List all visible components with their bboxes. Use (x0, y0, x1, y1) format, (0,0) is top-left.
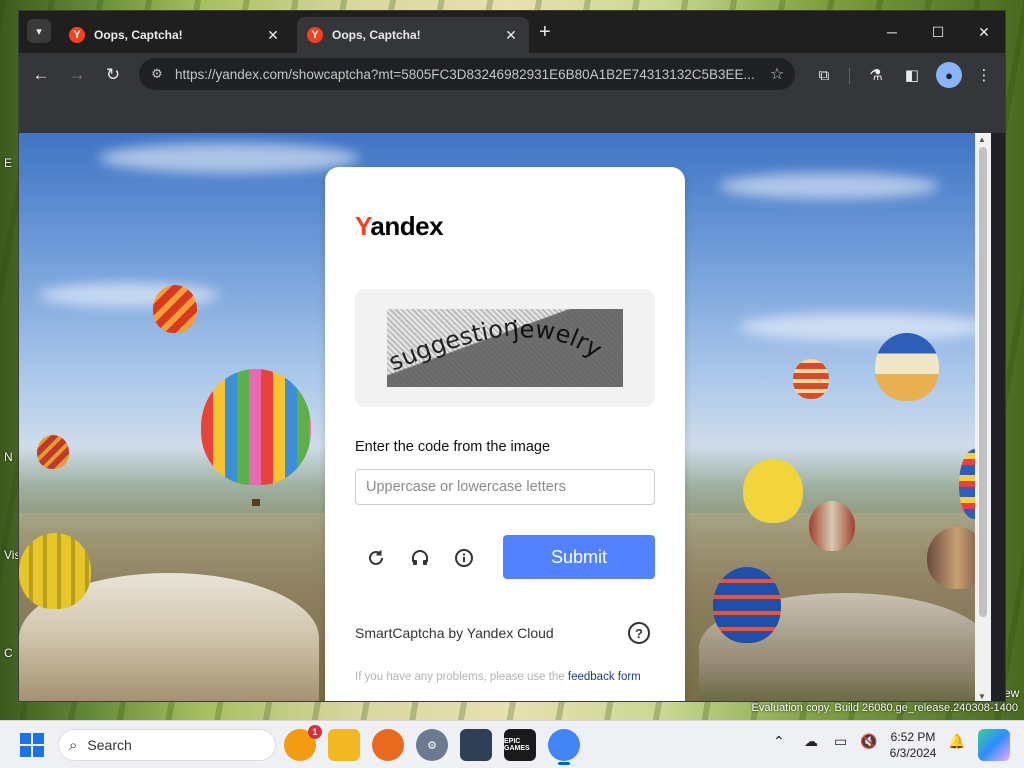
captcha-card: Yandex suggestion jewelry (325, 167, 685, 701)
hot-air-balloon (19, 533, 91, 609)
scroll-up-icon[interactable]: ▲ (978, 135, 986, 144)
refresh-icon[interactable] (363, 545, 389, 571)
desktop-icon-label[interactable]: C (4, 646, 13, 660)
hot-air-balloon (743, 459, 803, 523)
forward-button[interactable]: → (63, 61, 91, 89)
desktop-icon-label[interactable]: E (4, 156, 12, 170)
windows-start-icon[interactable] (20, 733, 44, 757)
bell-icon[interactable]: 🔔 (948, 733, 965, 750)
captcha-distorted-text: suggestion jewelry (387, 313, 607, 377)
scrollbar-thumb[interactable] (979, 147, 987, 617)
minimize-button[interactable]: ─ (869, 11, 915, 53)
page-viewport: Yandex suggestion jewelry (19, 133, 991, 701)
hot-air-balloon (793, 359, 829, 399)
search-icon: ⌕ (69, 736, 78, 754)
hot-air-balloon (713, 567, 781, 643)
copilot-icon[interactable] (978, 729, 1010, 761)
chevron-down-icon: ▾ (36, 25, 42, 38)
firefox-icon[interactable] (372, 729, 404, 761)
tab-strip: ▾ Y Oops, Captcha! ✕ Y Oops, Captcha! ✕ … (19, 11, 1005, 53)
taskbar: ⌕ Search 1 ⚙ EPIC GAMES ⌃ ☁ ▭ 🔇 6:52 PM … (0, 720, 1024, 768)
hot-air-balloon (809, 501, 855, 551)
close-icon[interactable]: ✕ (503, 27, 519, 44)
svg-text:jewelry: jewelry (510, 315, 607, 363)
svg-text:suggestion: suggestion (387, 313, 520, 377)
chrome-icon[interactable] (548, 729, 580, 765)
volume-icon[interactable]: 🔇 (860, 733, 877, 750)
browser-window: ▾ Y Oops, Captcha! ✕ Y Oops, Captcha! ✕ … (18, 10, 1006, 702)
puzzle-icon[interactable]: ⧉ (811, 62, 837, 88)
cloud (719, 173, 939, 199)
flask-icon[interactable]: ⚗ (863, 62, 889, 88)
captcha-word-2: jewelry (510, 315, 607, 363)
tab-title: Oops, Captcha! (94, 28, 183, 42)
tab-search-button[interactable]: ▾ (27, 19, 51, 43)
close-icon[interactable]: ✕ (265, 27, 281, 44)
side-panel-icon[interactable]: ◧ (899, 62, 925, 88)
captcha-prompt: Enter the code from the image (355, 439, 551, 455)
help-icon[interactable]: ? (628, 622, 650, 644)
notification-app-icon[interactable]: 1 (284, 725, 322, 761)
clock-date: 6/3/2024 (889, 746, 937, 760)
new-tab-button[interactable]: + (539, 21, 551, 44)
notification-badge: 1 (308, 725, 322, 739)
file-explorer-icon[interactable] (328, 729, 360, 761)
tab-title: Oops, Captcha! (332, 28, 421, 42)
virtualbox-icon[interactable] (460, 729, 492, 761)
hot-air-balloon (37, 435, 69, 469)
network-icon[interactable]: ☁ (804, 733, 818, 750)
reload-button[interactable]: ↻ (99, 61, 127, 89)
toolbar-divider (849, 68, 850, 84)
info-icon[interactable] (451, 545, 477, 571)
search-label: Search (87, 737, 132, 753)
profile-icon[interactable]: ● (936, 62, 962, 88)
desktop-icon-label[interactable]: N (4, 450, 13, 464)
feedback-form-link[interactable]: feedback form (568, 671, 641, 683)
url-text[interactable]: https://yandex.com/showcaptcha?mt=5805FC… (175, 67, 759, 82)
display-icon[interactable]: ▭ (834, 733, 847, 750)
yandex-favicon-icon: Y (69, 27, 85, 43)
taskbar-search[interactable]: ⌕ Search (58, 729, 276, 761)
cloud (739, 313, 989, 341)
captcha-word-1: suggestion (387, 313, 520, 377)
star-icon[interactable]: ☆ (759, 64, 795, 84)
yandex-logo: Yandex (355, 211, 444, 241)
back-button[interactable]: ← (27, 61, 55, 89)
window-close-button[interactable]: ✕ (961, 11, 1005, 53)
reload-icon: ↻ (105, 65, 121, 84)
site-settings-icon[interactable]: ⚙ (149, 66, 165, 82)
captcha-answer-input[interactable] (355, 469, 655, 505)
captcha-image-container: suggestion jewelry (355, 289, 655, 407)
scroll-down-icon[interactable]: ▼ (978, 692, 986, 701)
chevron-up-icon[interactable]: ⌃ (773, 733, 785, 750)
desktop-icon-label[interactable]: ew (1004, 686, 1019, 700)
captcha-provider-label: SmartCaptcha by Yandex Cloud (355, 625, 554, 641)
taskbar-clock[interactable]: 6:52 PM 6/3/2024 (880, 729, 946, 761)
page-scrollbar[interactable]: ▲ ▼ (975, 133, 991, 701)
forward-arrow-icon: → (68, 65, 86, 84)
yandex-favicon-icon: Y (307, 27, 323, 43)
problems-note: If you have any problems, please use the… (355, 671, 641, 683)
settings-icon[interactable]: ⚙ (416, 729, 448, 761)
kebab-menu-icon[interactable]: ⋮ (971, 62, 997, 88)
hot-air-balloon (875, 333, 939, 401)
clock-time: 6:52 PM (890, 730, 936, 744)
tab-captcha-1[interactable]: Y Oops, Captcha! ✕ (59, 17, 291, 53)
tab-captcha-2[interactable]: Y Oops, Captcha! ✕ (297, 17, 529, 53)
captcha-image: suggestion jewelry (387, 309, 623, 387)
cloud (99, 143, 359, 173)
hot-air-balloon (153, 285, 197, 333)
browser-toolbar: ← → ↻ ⚙ https://yandex.com/showcaptcha?m… (19, 53, 1005, 95)
epic-games-icon[interactable]: EPIC GAMES (504, 729, 536, 761)
evaluation-watermark: Evaluation copy. Build 26080.ge_release.… (751, 702, 1018, 714)
back-arrow-icon: ← (32, 65, 50, 84)
hot-air-balloon (201, 369, 311, 485)
bookmarks-bar (19, 95, 1005, 133)
headphones-icon[interactable] (407, 545, 433, 571)
balloon-basket (252, 499, 260, 506)
maximize-button[interactable]: ☐ (915, 11, 961, 53)
submit-button[interactable]: Submit (503, 535, 655, 579)
address-bar[interactable]: ⚙ https://yandex.com/showcaptcha?mt=5805… (139, 58, 795, 90)
